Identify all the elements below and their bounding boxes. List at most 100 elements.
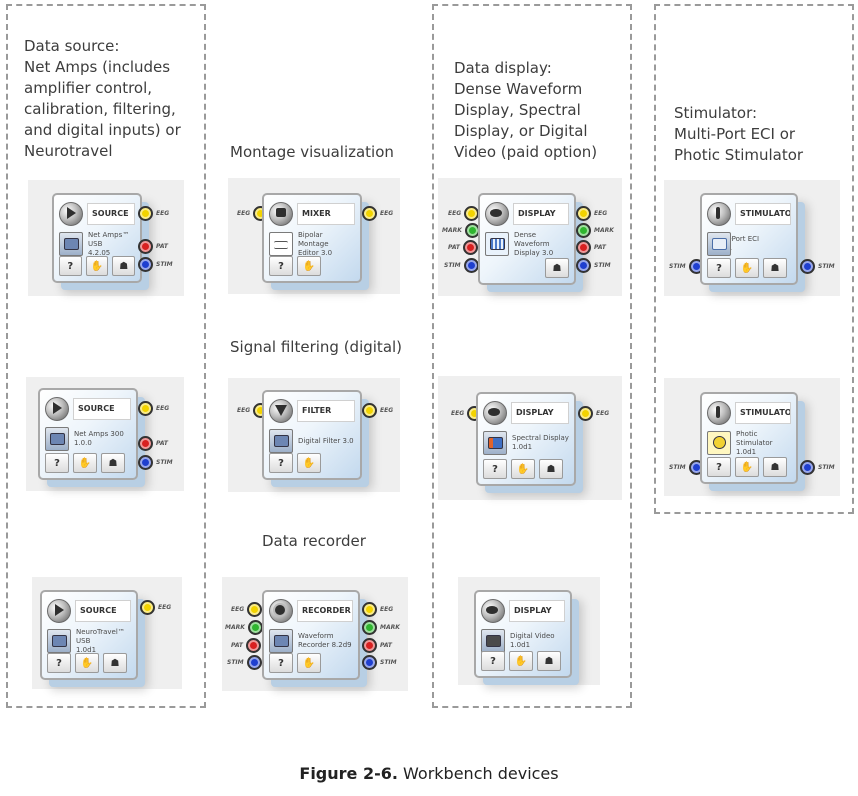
source2-stim-port[interactable]: STIM bbox=[138, 455, 176, 470]
display1-pat-out-port[interactable]: PAT bbox=[576, 240, 609, 255]
device-module: Net Amps™ USB 4.2.05 bbox=[88, 230, 130, 257]
source1-pat-port[interactable]: PAT bbox=[138, 239, 171, 254]
device-title: FILTER bbox=[297, 400, 355, 422]
device-module: Dense Waveform Display 3.0 bbox=[514, 230, 554, 257]
hand-button[interactable]: ✋ bbox=[297, 653, 321, 673]
device-module: Digital Filter 3.0 bbox=[298, 436, 354, 445]
hand-button[interactable]: ✋ bbox=[75, 653, 99, 673]
display1-device[interactable]: DISPLAY Dense Waveform Display 3.0 ☗ bbox=[478, 193, 576, 285]
cap-button[interactable]: ☗ bbox=[545, 258, 569, 278]
help-button[interactable]: ? bbox=[483, 459, 507, 479]
source2-eec-port[interactable]: EEG bbox=[138, 401, 172, 416]
stim1-stim-out-port[interactable]: STIM bbox=[800, 259, 838, 274]
help-button[interactable]: ? bbox=[269, 453, 293, 473]
mark-jack-icon bbox=[247, 620, 263, 635]
recorder-stim-out-port[interactable]: STIM bbox=[362, 655, 400, 670]
cap-button[interactable]: ☗ bbox=[103, 653, 127, 673]
filter-eec-out-port[interactable]: EEG bbox=[362, 403, 396, 418]
display1-eec-out-port[interactable]: EEG bbox=[576, 206, 610, 221]
display-icon bbox=[485, 202, 509, 226]
cap-button[interactable]: ☗ bbox=[537, 651, 561, 671]
help-button[interactable]: ? bbox=[45, 453, 69, 473]
recorder-pat-in-port[interactable]: PAT bbox=[228, 638, 262, 653]
help-button[interactable]: ? bbox=[707, 258, 731, 278]
stim-jack-icon bbox=[362, 655, 377, 670]
device-title: DISPLAY bbox=[513, 203, 569, 225]
recorder-pat-out-port[interactable]: PAT bbox=[362, 638, 395, 653]
display1-eec-port[interactable]: EEG bbox=[445, 206, 480, 221]
help-button[interactable]: ? bbox=[707, 457, 731, 477]
mixer-eec-out-port[interactable]: EEG bbox=[362, 206, 396, 221]
device-module: Net Amps 300 1.0.0 bbox=[74, 430, 124, 447]
figure-label: Figure 2-6. bbox=[299, 764, 398, 783]
source2-pat-port[interactable]: PAT bbox=[138, 436, 171, 451]
multiport-icon bbox=[707, 232, 731, 256]
montage-heading: Montage visualization bbox=[230, 143, 394, 161]
device-module: Digital Video 1.0d1 bbox=[510, 632, 555, 649]
help-button[interactable]: ? bbox=[269, 256, 293, 276]
hand-button[interactable]: ✋ bbox=[735, 457, 759, 477]
help-button[interactable]: ? bbox=[269, 653, 293, 673]
hand-button[interactable]: ✋ bbox=[509, 651, 533, 671]
stim1-stim-in-port[interactable]: STIM bbox=[666, 259, 704, 274]
device-title: STIMULATOR bbox=[735, 203, 791, 225]
cap-button[interactable]: ☗ bbox=[763, 258, 787, 278]
hand-button[interactable]: ✋ bbox=[73, 453, 97, 473]
stim-jack-icon bbox=[800, 460, 815, 475]
display3-device[interactable]: DISPLAY Digital Video 1.0d1 ? ✋ ☗ bbox=[474, 590, 572, 678]
help-button[interactable]: ? bbox=[47, 653, 71, 673]
stim-jack-icon bbox=[246, 655, 262, 670]
hand-button[interactable]: ✋ bbox=[85, 256, 109, 276]
eec-jack-icon bbox=[464, 206, 480, 221]
display1-pat-port[interactable]: PAT bbox=[445, 240, 479, 255]
recorder-mark-out-port[interactable]: MARK bbox=[362, 620, 403, 635]
source3-device[interactable]: SOURCE NeuroTravel™ USB 1.0d1 ? ✋ ☗ bbox=[40, 590, 138, 680]
source1-device[interactable]: SOURCE Net Amps™ USB 4.2.05 ? ✋ ☗ bbox=[52, 193, 142, 283]
source1-eec-port[interactable]: EEG bbox=[138, 206, 172, 221]
waveform-recorder-icon bbox=[269, 629, 293, 653]
cap-button[interactable]: ☗ bbox=[101, 453, 125, 473]
stim-jack-icon bbox=[138, 257, 153, 272]
recorder-device[interactable]: RECORDER Waveform Recorder 8.2d9 ? ✋ bbox=[262, 590, 360, 680]
digital-filter-icon bbox=[269, 429, 293, 453]
display2-eec-out-port[interactable]: EEG bbox=[578, 406, 612, 421]
filter-icon bbox=[269, 399, 293, 423]
stim1-device[interactable]: STIMULATOR Multi-Port ECI 1.0d1 ?✋☗ bbox=[700, 193, 798, 285]
recorder-eec-in-port[interactable]: EEG bbox=[228, 602, 263, 617]
display2-device[interactable]: DISPLAY Spectral Display 1.0d1 ? ✋ ☗ bbox=[476, 392, 576, 486]
stim2-device[interactable]: STIMULATOR Photic Stimulator 1.0d1 ?✋☗ bbox=[700, 392, 798, 484]
cap-button[interactable]: ☗ bbox=[112, 256, 136, 276]
pat-jack-icon bbox=[138, 436, 153, 451]
cap-button[interactable]: ☗ bbox=[763, 457, 787, 477]
help-button[interactable]: ? bbox=[59, 256, 82, 276]
source2-device[interactable]: SOURCE Net Amps 300 1.0.0 ? ✋ ☗ bbox=[38, 388, 138, 480]
help-button[interactable]: ? bbox=[481, 651, 505, 671]
hand-button[interactable]: ✋ bbox=[511, 459, 535, 479]
pat-jack-icon bbox=[246, 638, 262, 653]
recorder-eec-out-port[interactable]: EEG bbox=[362, 602, 396, 617]
display1-stim-out-port[interactable]: STIM bbox=[576, 258, 614, 273]
mixer-device[interactable]: MIXER Bipolar Montage Editor 3.0 ? ✋ bbox=[262, 193, 362, 283]
display-icon bbox=[481, 599, 505, 623]
display1-mark-port[interactable]: MARK bbox=[439, 223, 480, 238]
filter-device[interactable]: FILTER Digital Filter 3.0 ? ✋ bbox=[262, 390, 362, 480]
spectral-icon bbox=[483, 431, 507, 455]
lightbulb-icon bbox=[707, 431, 731, 455]
source1-stim-port[interactable]: STIM bbox=[138, 257, 176, 272]
hand-button[interactable]: ✋ bbox=[297, 453, 321, 473]
figure-caption: Figure 2-6. Workbench devices bbox=[0, 764, 858, 783]
cap-button[interactable]: ☗ bbox=[539, 459, 563, 479]
hand-button[interactable]: ✋ bbox=[297, 256, 321, 276]
eec-jack-icon bbox=[140, 600, 155, 615]
stim2-stim-in-port[interactable]: STIM bbox=[666, 460, 704, 475]
eec-jack-icon bbox=[576, 206, 591, 221]
display1-mark-out-port[interactable]: MARK bbox=[576, 223, 617, 238]
recorder-mark-in-port[interactable]: MARK bbox=[222, 620, 263, 635]
recorder-stim-in-port[interactable]: STIM bbox=[224, 655, 262, 670]
eec-jack-icon bbox=[578, 406, 593, 421]
hand-button[interactable]: ✋ bbox=[735, 258, 759, 278]
display1-stim-port[interactable]: STIM bbox=[441, 258, 479, 273]
source3-eec-port[interactable]: EEG bbox=[140, 600, 174, 615]
device-title: SOURCE bbox=[75, 600, 131, 622]
stim2-stim-out-port[interactable]: STIM bbox=[800, 460, 838, 475]
